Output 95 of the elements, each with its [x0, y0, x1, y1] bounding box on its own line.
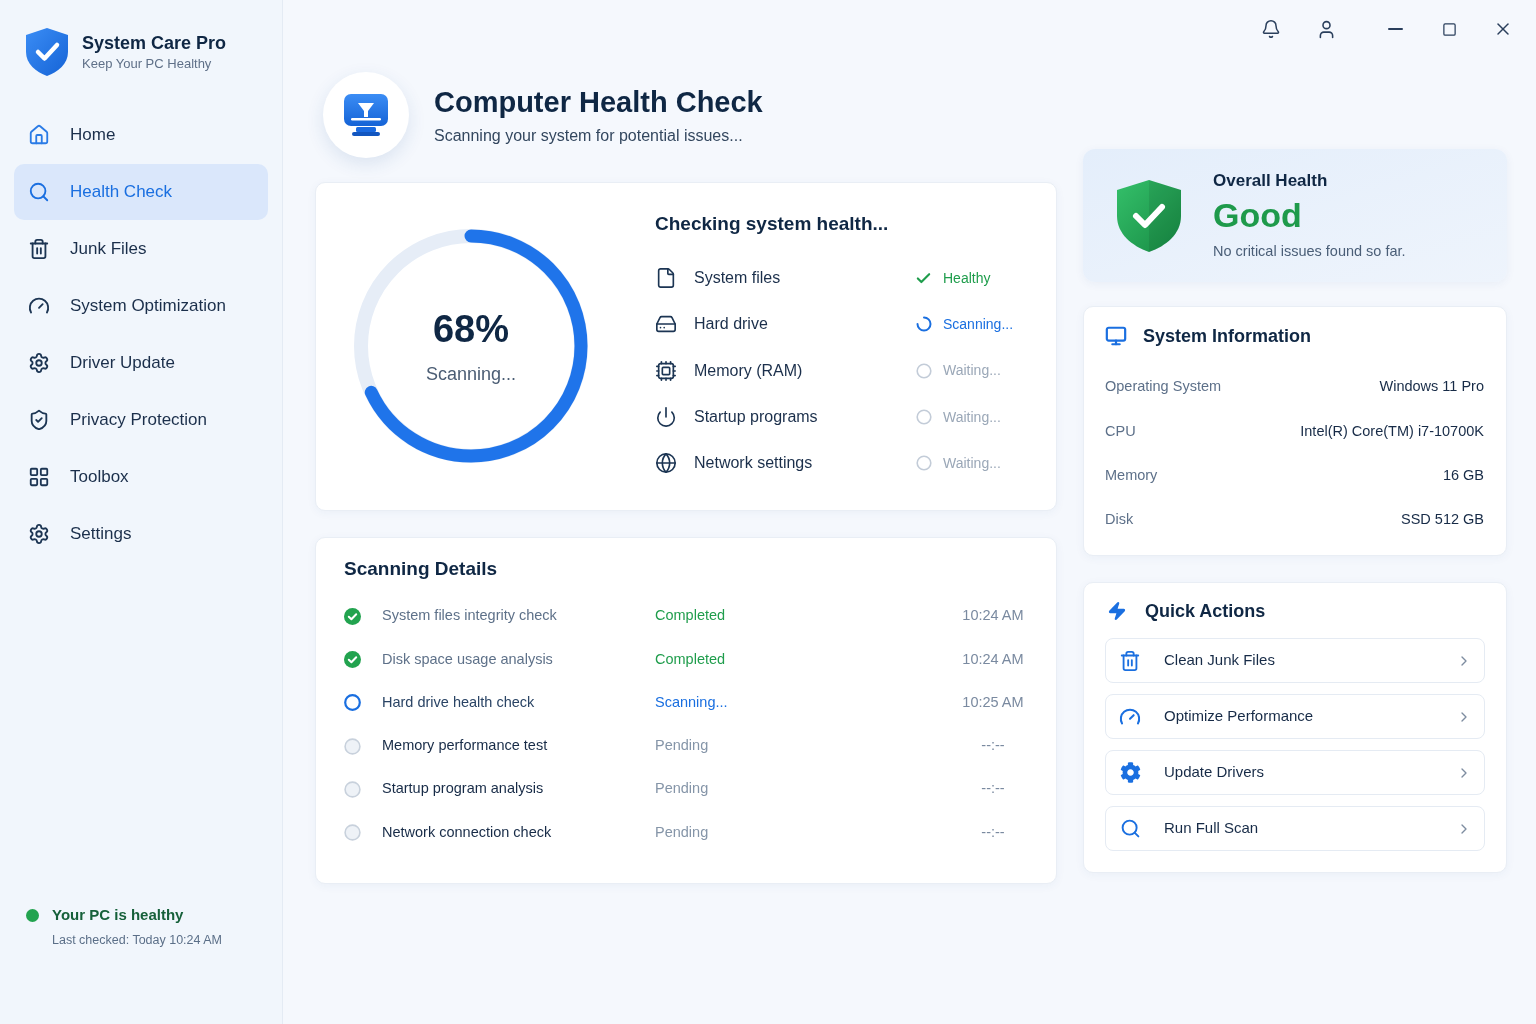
sidebar-item[interactable]: System Optimization	[14, 278, 268, 334]
last-checked: Last checked: Today 10:24 AM	[52, 932, 224, 948]
health-rating: Good	[1213, 195, 1303, 235]
sidebar-item[interactable]: Driver Update	[14, 335, 268, 391]
circle-icon	[915, 362, 932, 379]
gear-icon	[1119, 762, 1141, 783]
task-name: Disk space usage analysis	[382, 649, 554, 669]
task-time: --:--	[980, 779, 1006, 799]
health-status: Your PC is healthy	[52, 905, 184, 925]
ring-icon	[344, 694, 361, 712]
gear-icon	[28, 352, 50, 374]
progress-percent: 68%	[432, 307, 510, 351]
check-circle-icon	[344, 607, 361, 625]
file-icon	[655, 267, 677, 290]
check-label: Startup programs	[694, 407, 819, 428]
task-time: 10:25 AM	[961, 692, 1025, 712]
checks-title: Checking system health...	[655, 212, 890, 236]
info-label: Disk	[1105, 510, 1134, 530]
task-time: 10:24 AM	[961, 606, 1025, 626]
circle-icon	[915, 455, 932, 472]
check-label: Hard drive	[694, 314, 769, 335]
circle-icon	[344, 737, 361, 755]
maximize-icon	[1441, 21, 1457, 37]
overall-health-title: Overall Health	[1213, 170, 1329, 192]
sidebar-item[interactable]: Settings	[14, 506, 268, 562]
check-status: Healthy	[943, 268, 991, 288]
quick-action-button[interactable]: Optimize Performance	[1105, 694, 1485, 739]
search-icon	[1119, 818, 1141, 839]
shield-check-icon	[28, 409, 50, 431]
sidebar-item[interactable]: Toolbox	[14, 449, 268, 505]
quick-action-button[interactable]: Clean Junk Files	[1105, 638, 1485, 683]
circle-icon	[344, 780, 361, 798]
search-icon	[28, 181, 50, 203]
quick-action-button[interactable]: Update Drivers	[1105, 750, 1485, 795]
quick-action-button[interactable]: Run Full Scan	[1105, 806, 1485, 851]
circle-icon	[344, 824, 361, 842]
check-status: Scanning...	[943, 314, 1014, 334]
info-value: Windows 11 Pro	[1379, 377, 1484, 397]
app-name: System Care Pro	[82, 32, 227, 55]
info-value: 16 GB	[1442, 465, 1484, 485]
bell-icon	[1261, 19, 1281, 39]
info-label: Memory	[1105, 465, 1158, 485]
app-tagline: Keep Your PC Healthy	[82, 55, 213, 73]
task-name: System files integrity check	[382, 606, 558, 626]
sidebar-item[interactable]: Junk Files	[14, 221, 268, 277]
check-label: System files	[694, 268, 782, 289]
task-status: Pending	[655, 822, 710, 842]
task-status: Pending	[655, 779, 710, 799]
task-time: --:--	[980, 736, 1006, 756]
system-information-title: System Information	[1143, 324, 1312, 348]
task-name: Hard drive health check	[382, 692, 536, 712]
task-name: Network connection check	[382, 822, 553, 842]
page-subtitle: Scanning your system for potential issues...	[434, 126, 744, 146]
task-status: Completed	[655, 606, 727, 626]
info-label: CPU	[1105, 421, 1136, 441]
sidebar-item[interactable]: Health Check	[14, 164, 268, 220]
shield-check-icon	[1117, 179, 1181, 252]
check-status: Waiting...	[943, 361, 1001, 381]
details-title: Scanning Details	[344, 557, 499, 581]
gear-icon	[28, 523, 50, 545]
spinner-icon	[915, 316, 932, 333]
sidebar-item[interactable]: Home	[14, 107, 268, 163]
minimize-icon	[1387, 28, 1403, 30]
status-dot-icon	[26, 908, 39, 922]
task-status: Scanning...	[655, 692, 729, 712]
trash-icon	[28, 238, 50, 260]
task-name: Memory performance test	[382, 736, 549, 756]
globe-icon	[655, 452, 677, 475]
monitor-icon	[1105, 325, 1127, 347]
home-icon	[28, 124, 50, 146]
chip-icon	[655, 359, 677, 382]
power-icon	[655, 406, 677, 429]
info-label: Operating System	[1105, 377, 1222, 397]
circle-icon	[915, 409, 932, 426]
health-note: No critical issues found so far.	[1213, 242, 1406, 261]
task-status: Pending	[655, 736, 710, 756]
check-label: Network settings	[694, 453, 814, 474]
lightning-icon	[1107, 600, 1127, 622]
info-value: Intel(R) Core(TM) i7-10700K	[1300, 421, 1484, 441]
check-status: Waiting...	[943, 453, 1001, 473]
task-status: Completed	[655, 649, 727, 669]
grid-icon	[28, 466, 50, 488]
task-time: --:--	[980, 822, 1006, 842]
sidebar-item[interactable]: Privacy Protection	[14, 392, 268, 448]
task-name: Startup program analysis	[382, 779, 545, 799]
trash-icon	[1119, 649, 1141, 672]
progress-label: Scanning...	[425, 363, 517, 385]
info-value: SSD 512 GB	[1401, 510, 1484, 530]
page-title: Computer Health Check	[434, 85, 763, 120]
check-circle-icon	[344, 650, 361, 668]
shield-check-icon	[26, 28, 68, 76]
check-status: Waiting...	[943, 407, 1001, 427]
check-label: Memory (RAM)	[694, 360, 804, 381]
task-time: 10:24 AM	[961, 649, 1025, 669]
quick-actions-title: Quick Actions	[1145, 599, 1266, 623]
